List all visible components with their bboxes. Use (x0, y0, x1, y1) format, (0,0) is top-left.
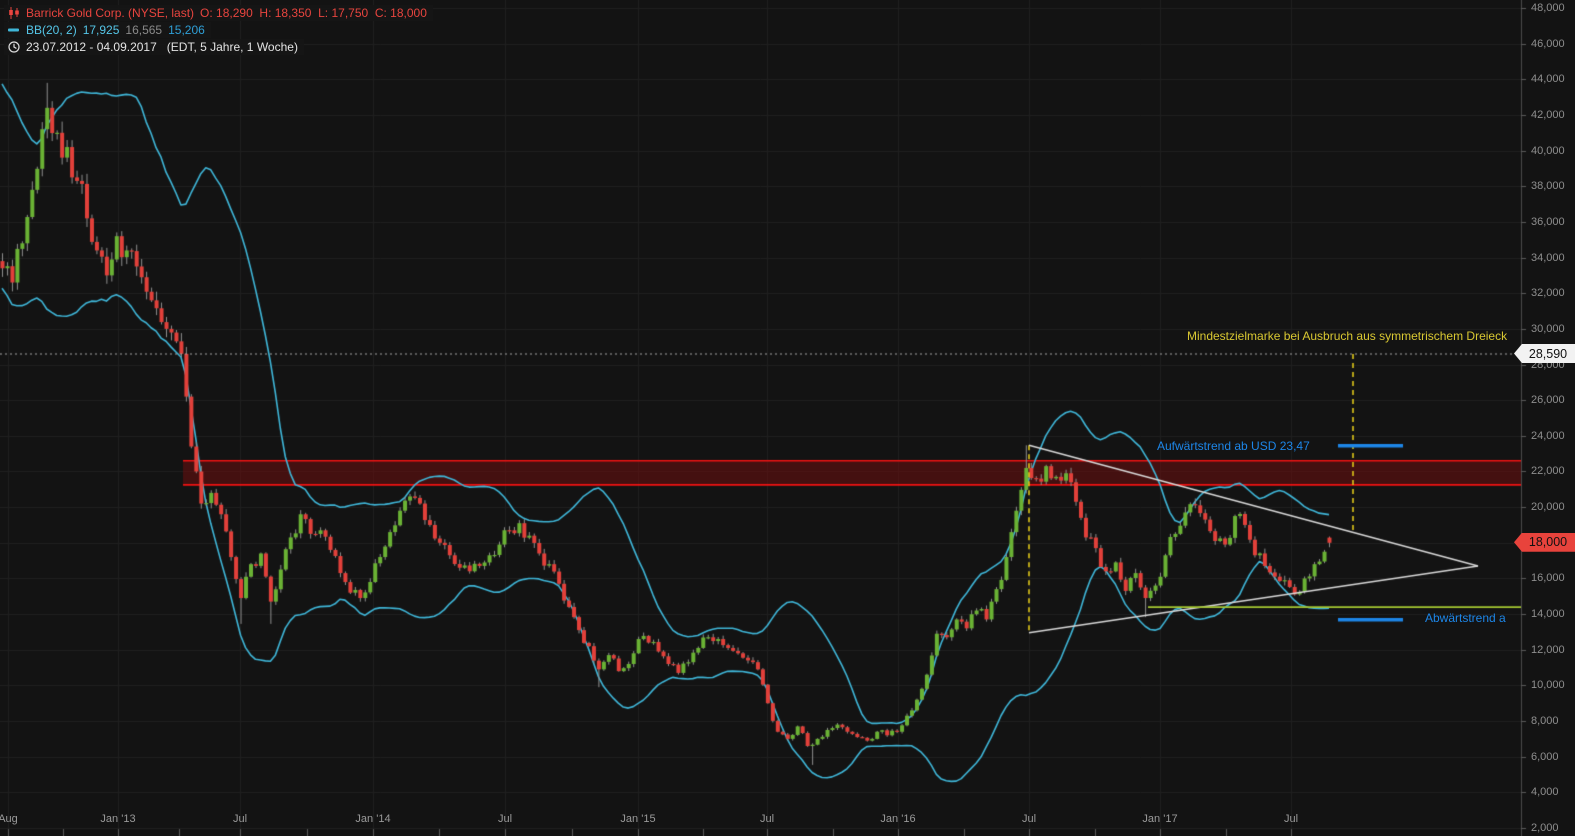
y-axis-label: 34,000 (1531, 252, 1565, 264)
bb-label: BB(20, 2) (26, 23, 77, 37)
uptrend-label[interactable]: Aufwärtstrend ab USD 23,47 (1157, 439, 1310, 453)
y-axis-label: 26,000 (1531, 394, 1565, 406)
y-axis-label: 12,000 (1531, 644, 1565, 656)
series-ohlc-values: O: 18,290 H: 18,350 L: 17,750 C: 18,000 (200, 6, 427, 20)
legend-series-row[interactable]: Barrick Gold Corp. (NYSE, last) O: 18,29… (4, 5, 433, 21)
y-axis-label: 46,000 (1531, 38, 1565, 50)
y-axis-label: 22,000 (1531, 465, 1565, 477)
x-axis-label: Jul (498, 813, 512, 825)
y-axis-label: 10,000 (1531, 679, 1565, 691)
y-axis-label: 30,000 (1531, 323, 1565, 335)
y-axis-label: 6,000 (1531, 751, 1559, 763)
y-axis-label: 24,000 (1531, 430, 1565, 442)
clock-icon (8, 41, 20, 53)
y-axis-label: 48,000 (1531, 2, 1565, 14)
y-axis-label: 38,000 (1531, 180, 1565, 192)
y-axis-label: 2,000 (1531, 822, 1559, 834)
date-range-text: 23.07.2012 - 04.09.2017 (EDT, 5 Jahre, 1… (26, 40, 298, 54)
y-axis-label: 32,000 (1531, 287, 1565, 299)
downtrend-label[interactable]: Abwärtstrend a (1425, 611, 1506, 625)
chart-window: Barrick Gold Corp. (NYSE, last) O: 18,29… (0, 0, 1575, 836)
x-axis-label: Jan '15 (620, 813, 655, 825)
x-axis-label: Jul (1284, 813, 1298, 825)
x-axis-label: Aug (0, 813, 18, 825)
legend-bb-row[interactable]: BB(20, 2) 17,925 16,565 15,206 (4, 22, 211, 38)
y-axis-label: 40,000 (1531, 145, 1565, 157)
y-axis-label: 8,000 (1531, 715, 1559, 727)
chart-canvas[interactable] (0, 0, 1575, 836)
bb-lower-value: 15,206 (168, 23, 205, 37)
series-name: Barrick Gold Corp. (NYSE, last) (26, 6, 194, 20)
x-axis-label: Jan '13 (100, 813, 135, 825)
y-axis-label: 4,000 (1531, 786, 1559, 798)
last-price-tag: 18,000 (1514, 533, 1575, 552)
x-axis-label: Jul (760, 813, 774, 825)
bb-middle-value: 16,565 (125, 23, 162, 37)
bb-upper-value: 17,925 (83, 23, 120, 37)
target-label[interactable]: Mindestzielmarke bei Ausbruch aus symmet… (1187, 329, 1507, 343)
x-axis-label: Jul (233, 813, 247, 825)
legend-range-row[interactable]: 23.07.2012 - 04.09.2017 (EDT, 5 Jahre, 1… (4, 39, 304, 55)
candlestick-series-icon (8, 7, 20, 19)
x-axis-label: Jan '17 (1142, 813, 1177, 825)
y-axis-label: 42,000 (1531, 109, 1565, 121)
y-axis-label: 36,000 (1531, 216, 1565, 228)
x-axis-label: Jul (1022, 813, 1036, 825)
x-axis-label: Jan '16 (880, 813, 915, 825)
x-axis-label: Jan '14 (355, 813, 390, 825)
y-axis-label: 20,000 (1531, 501, 1565, 513)
bb-indicator-icon (8, 26, 20, 34)
target-price-tag: 28,590 (1514, 344, 1575, 363)
y-axis-label: 44,000 (1531, 73, 1565, 85)
y-axis-label: 14,000 (1531, 608, 1565, 620)
y-axis-label: 16,000 (1531, 572, 1565, 584)
